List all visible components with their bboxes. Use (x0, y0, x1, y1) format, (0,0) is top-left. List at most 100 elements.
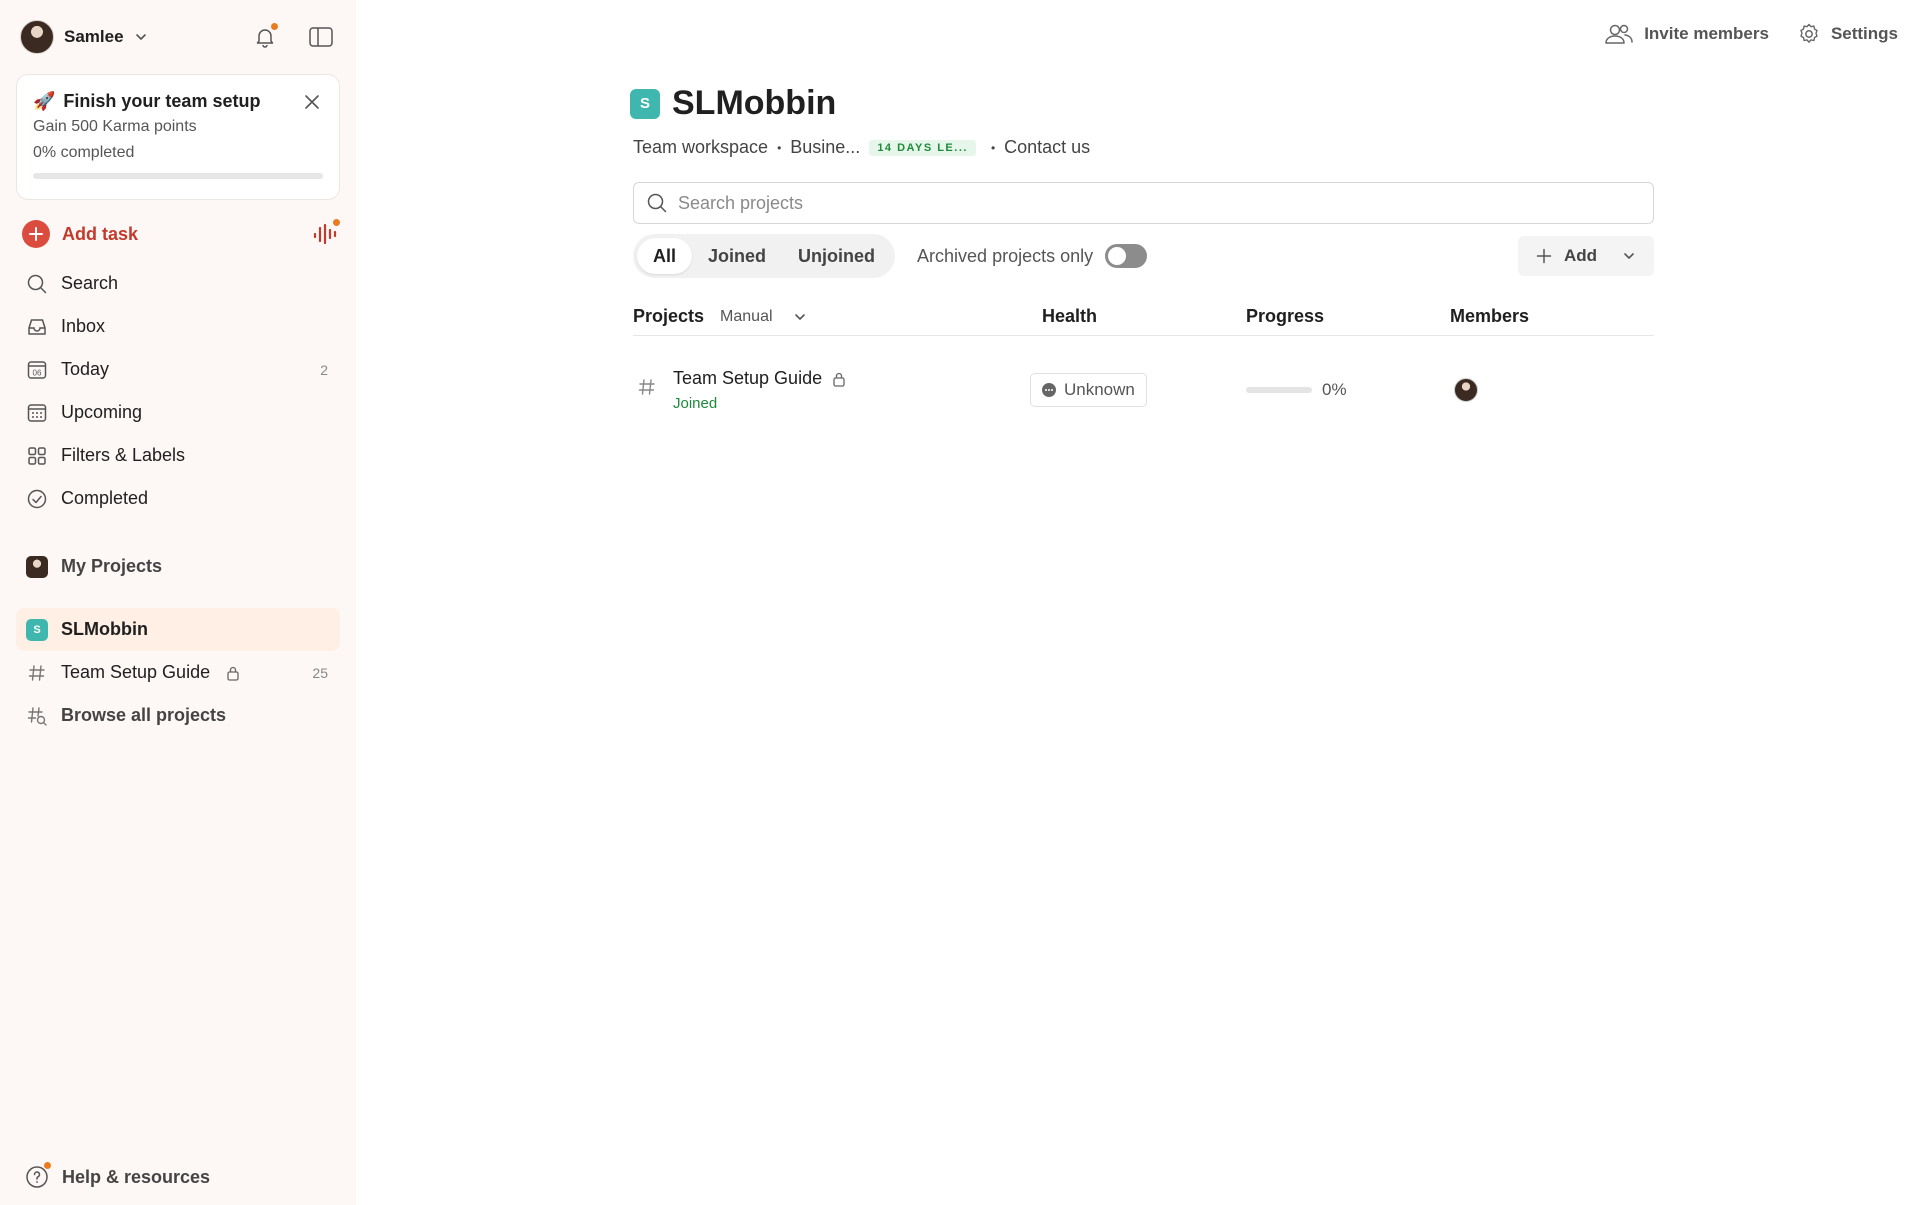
sidebar-item-label: Inbox (61, 316, 106, 336)
svg-text:06: 06 (33, 368, 42, 377)
members-cell (1450, 378, 1654, 402)
workspace-section: S SLMobbin Team Setup Guide 25 Browse al… (16, 608, 340, 737)
setup-progress-bar (33, 173, 323, 179)
my-projects-label: My Projects (61, 556, 163, 576)
team-setup-card[interactable]: 🚀 Finish your team setup Gain 500 Karma … (16, 74, 340, 200)
lock-icon (226, 665, 240, 681)
add-project-button[interactable]: Add (1517, 236, 1654, 276)
project-name-row: Team Setup Guide (673, 368, 846, 389)
archived-filter: Archived projects only (917, 244, 1148, 268)
setup-card-title: Finish your team setup (63, 91, 261, 111)
tab-all[interactable]: All (637, 238, 693, 274)
sidebar-item-label: Search (61, 273, 119, 293)
top-actions: Invite members Settings (1604, 22, 1898, 46)
invite-members-label: Invite members (1644, 24, 1769, 43)
search-projects-field[interactable] (633, 182, 1654, 224)
sidebar-panel-icon (309, 27, 333, 47)
rocket-icon: 🚀 (33, 91, 56, 111)
user-menu-button[interactable]: Samlee (20, 20, 148, 54)
sidebar-item-browse-projects[interactable]: Browse all projects (16, 694, 340, 737)
help-icon-wrap (24, 1161, 52, 1190)
today-count: 2 (320, 361, 328, 378)
help-label: Help & resources (62, 1166, 211, 1187)
setup-card-progress-text: 0% completed (33, 144, 135, 161)
close-icon (305, 95, 319, 109)
setup-card-title-row: 🚀 Finish your team setup (33, 91, 323, 112)
main-content: S SLMobbin Team workspace • Busine... 14… (630, 84, 1654, 444)
search-icon (647, 193, 667, 213)
setup-card-close-button[interactable] (299, 89, 325, 115)
page-title: SLMobbin (672, 84, 837, 122)
sidebar: Samlee 🚀 Finish your team setup Gain 500… (0, 0, 356, 1205)
health-status-label: Unknown (1064, 380, 1135, 399)
settings-label: Settings (1830, 24, 1898, 43)
column-health: Health (1042, 306, 1098, 326)
check-circle-icon (25, 487, 49, 511)
projects-header-label: Projects (633, 306, 705, 326)
hash-icon (25, 661, 49, 685)
member-avatar[interactable] (1454, 378, 1478, 402)
notifications-button[interactable] (250, 22, 280, 52)
my-projects-section: My Projects (16, 545, 340, 588)
sidebar-item-label: Upcoming (61, 402, 143, 422)
lock-icon (833, 372, 845, 387)
sort-value: Manual (720, 307, 773, 325)
project-cell: Team Setup Guide Joined (633, 368, 1030, 412)
sidebar-item-inbox[interactable]: Inbox (16, 305, 340, 348)
progress-cell: 0% (1246, 380, 1450, 400)
trial-days-badge: 14 DAYS LE... (869, 139, 976, 156)
contact-us-link[interactable]: Contact us (1004, 137, 1090, 158)
workspace-name: SLMobbin (61, 619, 148, 639)
toggle-sidebar-button[interactable] (306, 22, 336, 52)
sidebar-item-filters-labels[interactable]: Filters & Labels (16, 434, 340, 477)
health-status-pill[interactable]: Unknown (1030, 373, 1147, 407)
filters-grid-icon (25, 444, 49, 468)
plan-name[interactable]: Busine... (790, 137, 860, 158)
column-projects: Projects Manual (633, 306, 1042, 327)
plus-icon (1536, 248, 1552, 264)
workspace-meta: Team workspace • Busine... 14 DAYS LE...… (630, 137, 1654, 158)
sidebar-item-my-projects[interactable]: My Projects (16, 545, 340, 588)
help-resources-button[interactable]: Help & resources (24, 1161, 211, 1190)
health-cell: Unknown (1030, 373, 1246, 407)
ramble-button[interactable] (310, 218, 341, 249)
project-name: Team Setup Guide (673, 368, 823, 388)
project-membership-status: Joined (673, 395, 718, 412)
user-avatar (20, 20, 54, 54)
project-name: Team Setup Guide (61, 662, 211, 682)
add-task-button[interactable]: Add task (22, 218, 341, 250)
tab-unjoined[interactable]: Unjoined (782, 238, 891, 274)
sidebar-item-search[interactable]: Search (16, 262, 340, 305)
search-projects-input[interactable] (678, 192, 1641, 214)
sidebar-item-today[interactable]: 06 Today 2 (16, 348, 340, 391)
sidebar-item-label: Filters & Labels (61, 445, 186, 465)
tab-joined[interactable]: Joined (692, 238, 782, 274)
filter-row: All Joined Unjoined Archived projects on… (633, 234, 1654, 278)
notification-dot (270, 22, 279, 31)
ramble-notification-dot (332, 218, 341, 227)
table-row[interactable]: Team Setup Guide Joined Unknown 0% (633, 336, 1654, 444)
sidebar-item-label: Today (61, 359, 110, 379)
add-label: Add (1563, 246, 1597, 265)
settings-button[interactable]: Settings (1797, 22, 1898, 46)
sidebar-item-completed[interactable]: Completed (16, 477, 340, 520)
add-task-label: Add task (62, 223, 139, 244)
archived-toggle[interactable] (1105, 244, 1148, 268)
project-filter-tabs: All Joined Unjoined (633, 234, 896, 278)
browse-projects-label: Browse all projects (61, 705, 227, 725)
sidebar-item-workspace[interactable]: S SLMobbin (16, 608, 340, 651)
chevron-down-icon[interactable] (1622, 249, 1636, 263)
health-status-icon (1042, 383, 1056, 397)
search-icon (25, 272, 49, 296)
project-task-count: 25 (312, 664, 328, 681)
gear-icon (1800, 23, 1818, 43)
invite-members-button[interactable]: Invite members (1604, 23, 1769, 45)
sort-select[interactable]: Manual (720, 308, 806, 326)
setup-card-subtitle: Gain 500 Karma points (33, 118, 197, 135)
sidebar-header: Samlee (20, 18, 336, 56)
sidebar-item-upcoming[interactable]: Upcoming (16, 391, 340, 434)
my-projects-avatar (25, 555, 49, 579)
help-notification-dot (43, 1161, 52, 1170)
sidebar-item-team-setup-guide[interactable]: Team Setup Guide 25 (16, 651, 340, 694)
user-name: Samlee (64, 27, 124, 46)
